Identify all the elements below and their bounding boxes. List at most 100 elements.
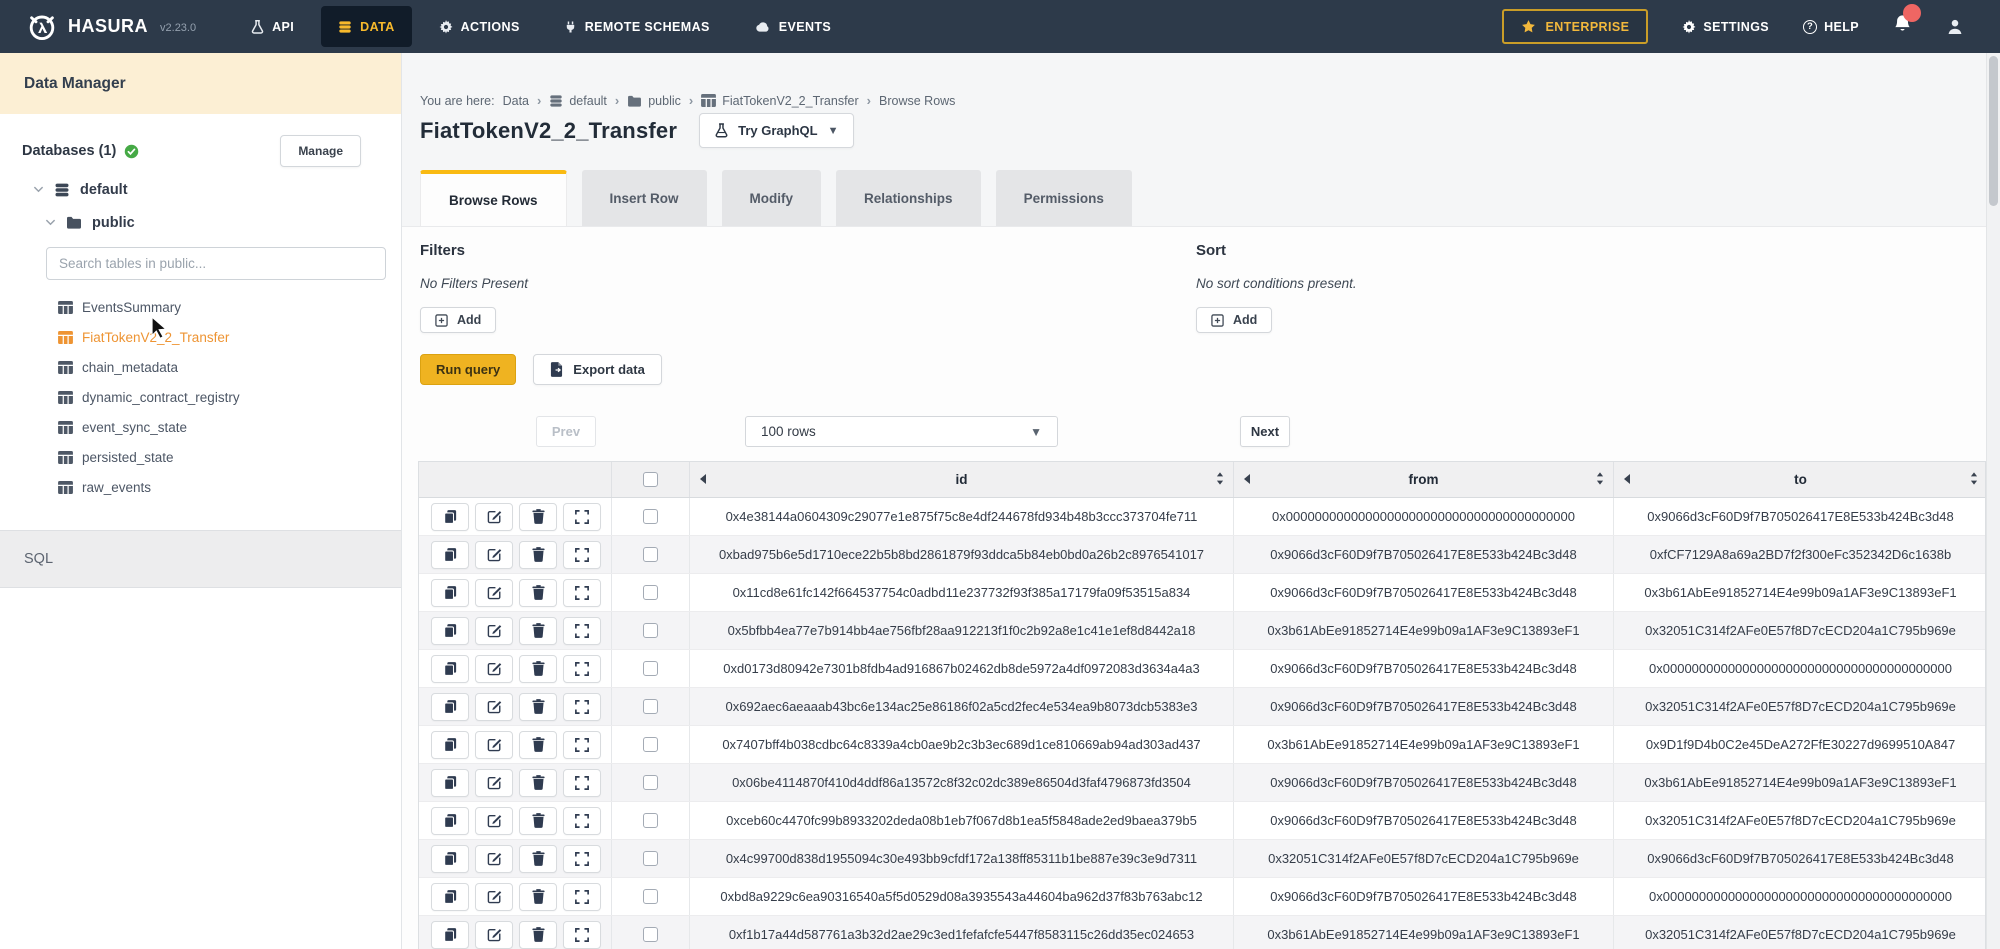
delete-row-button[interactable] xyxy=(519,731,557,759)
edit-row-button[interactable] xyxy=(475,921,513,949)
breadcrumb-item-data[interactable]: Data xyxy=(503,94,529,108)
edit-row-button[interactable] xyxy=(475,769,513,797)
clone-row-button[interactable] xyxy=(431,845,469,873)
expand-row-button[interactable] xyxy=(563,579,601,607)
sidebar-table-fiattokenv2-2-transfer[interactable]: FiatTokenV2_2_Transfer xyxy=(58,322,401,352)
hasura-brand[interactable]: HASURA v2.23.0 xyxy=(0,11,196,43)
row-checkbox[interactable] xyxy=(643,889,658,904)
clone-row-button[interactable] xyxy=(431,655,469,683)
user-icon[interactable] xyxy=(1946,18,1964,36)
delete-row-button[interactable] xyxy=(519,655,557,683)
edit-row-button[interactable] xyxy=(475,807,513,835)
row-checkbox[interactable] xyxy=(643,623,658,638)
expand-row-button[interactable] xyxy=(563,541,601,569)
clone-row-button[interactable] xyxy=(431,731,469,759)
edit-row-button[interactable] xyxy=(475,693,513,721)
delete-row-button[interactable] xyxy=(519,541,557,569)
edit-row-button[interactable] xyxy=(475,655,513,683)
row-checkbox[interactable] xyxy=(643,813,658,828)
tab-browse-rows[interactable]: Browse Rows xyxy=(420,170,567,226)
export-data-button[interactable]: Export data xyxy=(533,354,662,385)
notifications-button[interactable] xyxy=(1893,14,1912,39)
scrollbar-thumb[interactable] xyxy=(1989,56,1998,206)
delete-row-button[interactable] xyxy=(519,769,557,797)
breadcrumb-item-browse-rows[interactable]: Browse Rows xyxy=(879,94,955,108)
nav-item-api[interactable]: API xyxy=(234,6,311,47)
breadcrumb-item-fiattokenv2-2-transfer[interactable]: FiatTokenV2_2_Transfer xyxy=(701,94,858,108)
row-checkbox[interactable] xyxy=(643,585,658,600)
clone-row-button[interactable] xyxy=(431,541,469,569)
edit-row-button[interactable] xyxy=(475,541,513,569)
delete-row-button[interactable] xyxy=(519,921,557,949)
tab-relationships[interactable]: Relationships xyxy=(836,170,981,226)
expand-row-button[interactable] xyxy=(563,921,601,949)
prev-page-button[interactable]: Prev xyxy=(536,416,596,447)
clone-row-button[interactable] xyxy=(431,617,469,645)
collapse-column-icon[interactable] xyxy=(1624,472,1630,487)
tab-modify[interactable]: Modify xyxy=(722,170,822,226)
help-button[interactable]: ? HELP xyxy=(1803,20,1859,34)
clone-row-button[interactable] xyxy=(431,769,469,797)
breadcrumb-item-default[interactable]: default xyxy=(549,94,607,108)
sort-column-icon[interactable] xyxy=(1596,472,1604,488)
breadcrumb-item-public[interactable]: public xyxy=(627,94,681,108)
search-tables-input[interactable] xyxy=(46,247,386,280)
row-checkbox[interactable] xyxy=(643,509,658,524)
sidebar-table-chain-metadata[interactable]: chain_metadata xyxy=(58,352,401,382)
add-sort-button[interactable]: Add xyxy=(1196,307,1272,333)
edit-row-button[interactable] xyxy=(475,731,513,759)
sidebar-item-sql[interactable]: SQL xyxy=(0,530,401,588)
nav-item-data[interactable]: DATA xyxy=(321,6,411,47)
expand-row-button[interactable] xyxy=(563,807,601,835)
delete-row-button[interactable] xyxy=(519,617,557,645)
delete-row-button[interactable] xyxy=(519,883,557,911)
clone-row-button[interactable] xyxy=(431,579,469,607)
expand-row-button[interactable] xyxy=(563,503,601,531)
manage-button[interactable]: Manage xyxy=(280,135,361,167)
edit-row-button[interactable] xyxy=(475,617,513,645)
sidebar-table-persisted-state[interactable]: persisted_state xyxy=(58,442,401,472)
sort-column-icon[interactable] xyxy=(1970,472,1978,488)
row-checkbox[interactable] xyxy=(643,547,658,562)
tab-insert-row[interactable]: Insert Row xyxy=(582,170,707,226)
try-graphql-button[interactable]: Try GraphQL ▼ xyxy=(699,113,854,148)
chevron-down-icon[interactable] xyxy=(45,219,56,226)
delete-row-button[interactable] xyxy=(519,579,557,607)
nav-item-events[interactable]: EVENTS xyxy=(737,6,848,47)
edit-row-button[interactable] xyxy=(475,503,513,531)
add-filter-button[interactable]: Add xyxy=(420,307,496,333)
enterprise-button[interactable]: ENTERPRISE xyxy=(1502,9,1648,44)
row-checkbox[interactable] xyxy=(643,661,658,676)
edit-row-button[interactable] xyxy=(475,579,513,607)
next-page-button[interactable]: Next xyxy=(1240,416,1290,447)
collapse-column-icon[interactable] xyxy=(1244,472,1250,487)
sidebar-table-raw-events[interactable]: raw_events xyxy=(58,472,401,502)
expand-row-button[interactable] xyxy=(563,883,601,911)
delete-row-button[interactable] xyxy=(519,503,557,531)
expand-row-button[interactable] xyxy=(563,769,601,797)
run-query-button[interactable]: Run query xyxy=(420,354,516,385)
sidebar-table-dynamic-contract-registry[interactable]: dynamic_contract_registry xyxy=(58,382,401,412)
row-checkbox[interactable] xyxy=(643,775,658,790)
sidebar-table-eventssummary[interactable]: EventsSummary xyxy=(58,292,401,322)
clone-row-button[interactable] xyxy=(431,921,469,949)
expand-row-button[interactable] xyxy=(563,731,601,759)
row-checkbox[interactable] xyxy=(643,927,658,942)
expand-row-button[interactable] xyxy=(563,845,601,873)
delete-row-button[interactable] xyxy=(519,807,557,835)
delete-row-button[interactable] xyxy=(519,693,557,721)
clone-row-button[interactable] xyxy=(431,807,469,835)
tree-schema-public[interactable]: public xyxy=(0,206,401,239)
nav-item-remote-schemas[interactable]: REMOTE SCHEMAS xyxy=(547,6,727,47)
page-size-select[interactable]: 100 rows ▼ xyxy=(745,416,1058,447)
settings-button[interactable]: SETTINGS xyxy=(1682,20,1769,34)
expand-row-button[interactable] xyxy=(563,693,601,721)
edit-row-button[interactable] xyxy=(475,845,513,873)
clone-row-button[interactable] xyxy=(431,503,469,531)
sidebar-table-event-sync-state[interactable]: event_sync_state xyxy=(58,412,401,442)
tab-permissions[interactable]: Permissions xyxy=(996,170,1132,226)
delete-row-button[interactable] xyxy=(519,845,557,873)
sort-column-icon[interactable] xyxy=(1216,472,1224,488)
row-checkbox[interactable] xyxy=(643,699,658,714)
clone-row-button[interactable] xyxy=(431,693,469,721)
